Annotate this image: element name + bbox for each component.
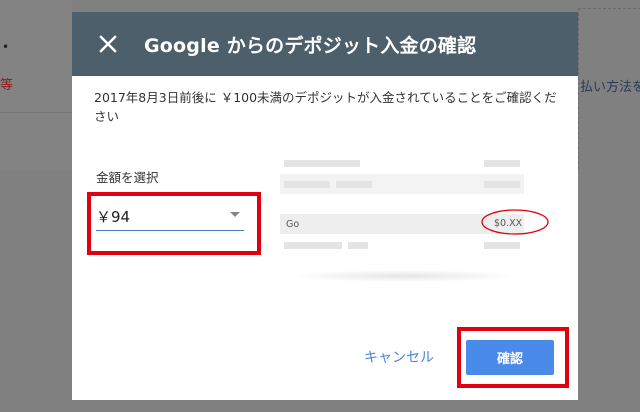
dialog-header: Google からのデポジット入金の確認	[72, 12, 578, 76]
close-button[interactable]	[96, 32, 120, 56]
dialog-title: Google からのデポジット入金の確認	[144, 35, 477, 57]
close-icon	[99, 35, 117, 53]
cancel-button[interactable]: キャンセル	[364, 347, 434, 367]
background-divider	[0, 112, 72, 113]
confirm-highlight-box	[457, 327, 569, 388]
statement-placeholder	[284, 181, 330, 188]
statement-placeholder	[284, 160, 360, 167]
illustration-shadow	[288, 270, 520, 282]
statement-placeholder	[484, 181, 520, 188]
bank-statement-illustration: Go $0.XX	[280, 158, 549, 282]
dialog-description: 2017年8月3日前後に ￥100未満のデポジットが入金されていることをご確認く…	[94, 90, 557, 124]
statement-placeholder	[484, 242, 520, 249]
amount-circle-annotation	[481, 209, 549, 235]
amount-label: 金額を選択	[96, 170, 159, 185]
amount-highlight-box	[87, 192, 261, 255]
statement-merchant: Go	[286, 219, 300, 230]
background-dot: •	[2, 40, 10, 54]
statement-placeholder	[336, 181, 372, 188]
background-left-text: 等	[0, 78, 14, 93]
statement-placeholder	[348, 242, 368, 249]
statement-placeholder	[484, 160, 520, 167]
statement-placeholder	[284, 242, 342, 249]
background-right-text: 払い方法を	[580, 80, 640, 95]
deposit-confirmation-dialog: Google からのデポジット入金の確認 2017年8月3日前後に ￥100未満…	[72, 12, 578, 400]
